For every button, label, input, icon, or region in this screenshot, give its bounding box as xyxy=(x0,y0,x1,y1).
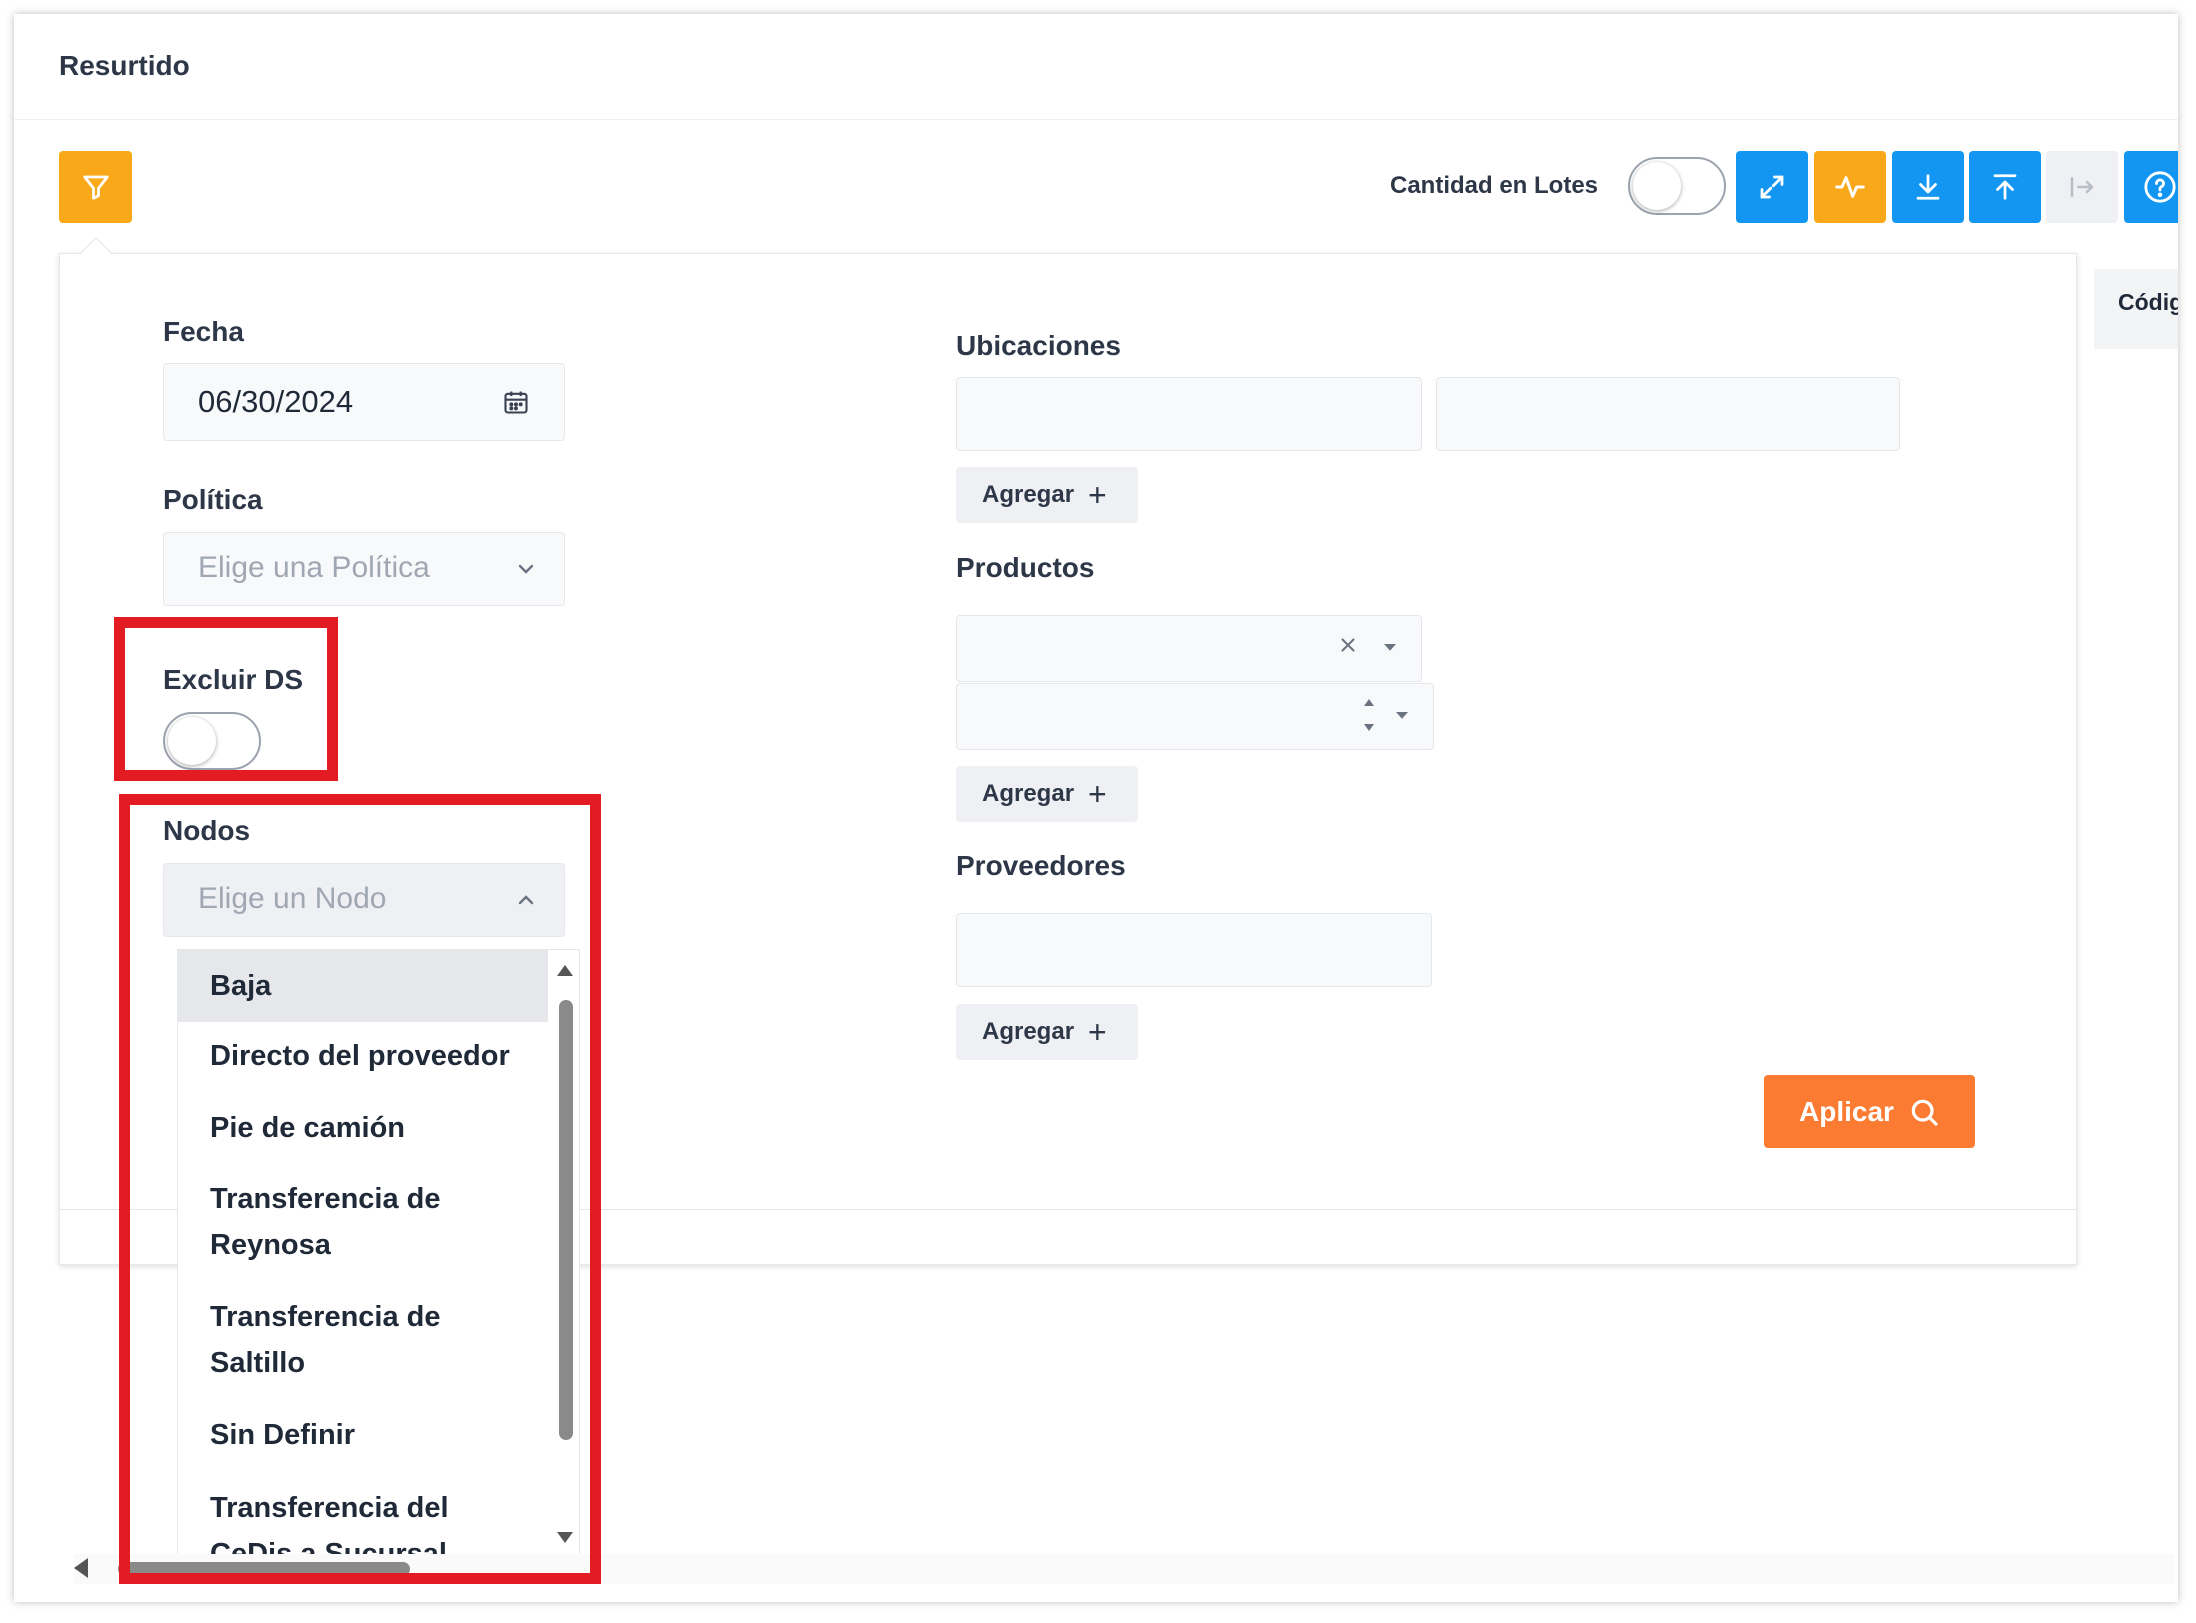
panel-pointer xyxy=(79,237,113,271)
help-icon xyxy=(2144,171,2176,203)
calendar-icon[interactable] xyxy=(502,388,530,416)
aplicar-label: Aplicar xyxy=(1799,1095,1894,1127)
table-column-header-codigo[interactable]: Códig xyxy=(2094,269,2178,349)
filter-toggle-button[interactable] xyxy=(59,151,132,223)
chevron-down-icon xyxy=(514,557,538,581)
proveedores-add-button[interactable]: Agregar + xyxy=(956,1004,1138,1060)
add-button-label: Agregar xyxy=(982,780,1075,807)
plus-icon: + xyxy=(1088,776,1107,812)
fecha-date-input[interactable]: 06/30/2024 xyxy=(163,363,565,441)
expand-button[interactable] xyxy=(1736,151,1808,223)
aplicar-button[interactable]: Aplicar xyxy=(1764,1075,1975,1148)
app-window: Resurtido Cantidad en Lotes Códig Fecha … xyxy=(14,14,2178,1602)
productos-add-button[interactable]: Agregar + xyxy=(956,766,1138,822)
caret-down-icon xyxy=(1381,638,1399,656)
download-button[interactable] xyxy=(1892,151,1964,223)
productos-quantity-input[interactable] xyxy=(956,683,1434,750)
politica-select[interactable]: Elige una Política xyxy=(163,532,565,606)
scroll-left-icon[interactable] xyxy=(74,1558,88,1578)
search-icon xyxy=(1911,1099,1938,1126)
ubicaciones-label: Ubicaciones xyxy=(956,330,1121,361)
productos-select[interactable] xyxy=(956,615,1422,682)
activity-icon xyxy=(1835,176,1865,198)
stepper-icon[interactable] xyxy=(1361,692,1377,738)
page-title: Resurtido xyxy=(59,50,190,81)
add-button-label: Agregar xyxy=(982,1018,1075,1045)
politica-placeholder: Elige una Política xyxy=(198,551,430,584)
expand-icon xyxy=(1760,175,1784,199)
ubicaciones-input-2[interactable] xyxy=(1436,377,1900,451)
exit-button[interactable] xyxy=(2046,151,2118,223)
cantidad-lotes-toggle[interactable] xyxy=(1628,157,1726,215)
page-header: Resurtido xyxy=(14,14,2178,120)
upload-button[interactable] xyxy=(1969,151,2041,223)
highlight-nodos xyxy=(119,794,601,1584)
filter-icon xyxy=(82,175,109,200)
proveedores-label: Proveedores xyxy=(956,850,1126,881)
highlight-excluir-ds xyxy=(114,617,338,781)
plus-icon: + xyxy=(1088,1014,1107,1050)
upload-icon xyxy=(1993,174,2017,200)
clear-icon[interactable] xyxy=(1337,634,1359,656)
download-icon xyxy=(1916,174,1940,200)
add-button-label: Agregar xyxy=(982,481,1075,508)
activity-button[interactable] xyxy=(1814,151,1886,223)
caret-down-icon xyxy=(1393,706,1411,724)
plus-icon: + xyxy=(1088,477,1107,513)
fecha-value: 06/30/2024 xyxy=(198,384,354,419)
politica-label: Política xyxy=(163,484,263,515)
toggle-knob xyxy=(1633,162,1681,210)
productos-label: Productos xyxy=(956,552,1095,583)
cantidad-lotes-label: Cantidad en Lotes xyxy=(1390,172,1599,199)
ubicaciones-input-1[interactable] xyxy=(956,377,1422,451)
proveedores-input[interactable] xyxy=(956,913,1432,987)
ubicaciones-add-button[interactable]: Agregar + xyxy=(956,467,1138,523)
fecha-label: Fecha xyxy=(163,316,244,347)
help-button[interactable] xyxy=(2124,151,2178,223)
exit-icon xyxy=(2070,177,2094,197)
